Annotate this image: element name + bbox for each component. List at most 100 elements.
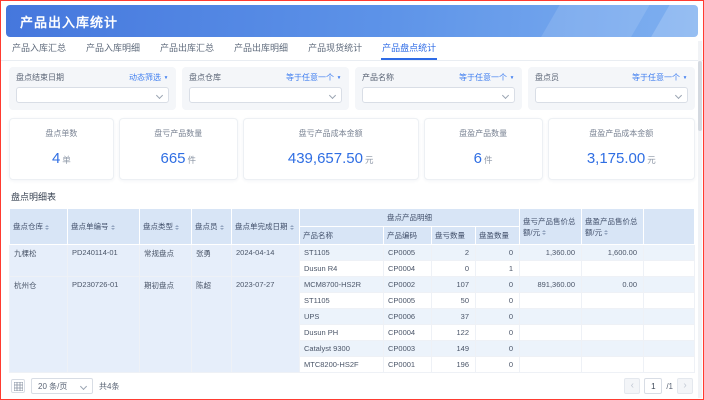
tab-inbound-summary[interactable]: 产品入库汇总 bbox=[11, 36, 67, 60]
stat-value: 6 bbox=[474, 150, 482, 167]
filter-op-dropdown[interactable]: 等于任意一个 ▼ bbox=[632, 72, 688, 83]
col-header-product-group: 盘点产品明细 bbox=[300, 209, 520, 227]
col-header-loss-amount[interactable]: 盘亏产品售价总额/元 bbox=[520, 209, 582, 245]
product-select[interactable] bbox=[362, 87, 515, 103]
caret-down-icon: ▼ bbox=[683, 75, 688, 80]
tab-bar: 产品入库汇总 产品入库明细 产品出库汇总 产品出库明细 产品现货统计 产品盘点统… bbox=[1, 37, 703, 61]
cell-finish-date: 2023-07-27 bbox=[232, 277, 300, 373]
filter-label: 产品名称 bbox=[362, 72, 394, 83]
cell-loss-qty: 107 bbox=[432, 277, 476, 293]
filter-op-dropdown[interactable]: 动态筛选 ▼ bbox=[129, 72, 169, 83]
cell-staff: 张勇 bbox=[192, 245, 232, 277]
cell-product-name: Catalyst 9300 bbox=[300, 341, 384, 357]
stat-value: 439,657.50 bbox=[288, 150, 363, 167]
page-title: 产品出入库统计 bbox=[20, 12, 118, 31]
current-page-input[interactable]: 1 bbox=[644, 378, 662, 394]
tab-outbound-detail[interactable]: 产品出库明细 bbox=[233, 36, 289, 60]
cell-warehouse: 杭州仓 bbox=[10, 277, 68, 373]
stat-label: 盘盈产品成本金额 bbox=[553, 128, 690, 139]
cell-loss-qty: 149 bbox=[432, 341, 476, 357]
sort-icon bbox=[542, 230, 546, 235]
tab-outbound-summary[interactable]: 产品出库汇总 bbox=[159, 36, 215, 60]
sort-icon bbox=[604, 230, 608, 235]
filter-inventory-staff: 盘点员 等于任意一个 ▼ bbox=[528, 67, 695, 110]
filter-op-dropdown[interactable]: 等于任意一个 ▼ bbox=[459, 72, 515, 83]
warehouse-select[interactable] bbox=[189, 87, 342, 103]
prev-page-button[interactable]: ‹ bbox=[624, 378, 640, 394]
cell-surplus-qty: 0 bbox=[476, 309, 520, 325]
cell-staff: 陈超 bbox=[192, 277, 232, 373]
cell-surplus-qty: 0 bbox=[476, 245, 520, 261]
cell-loss-amount bbox=[520, 341, 582, 357]
cell-product-code: CP0006 bbox=[384, 309, 432, 325]
sort-icon bbox=[111, 225, 115, 230]
cell-product-code: CP0002 bbox=[384, 277, 432, 293]
next-page-button[interactable]: › bbox=[677, 378, 693, 394]
cell-filler bbox=[644, 261, 695, 277]
cell-surplus-amount: 1,600.00 bbox=[582, 245, 644, 261]
cell-product-name: Dusun PH bbox=[300, 325, 384, 341]
scrollbar-thumb[interactable] bbox=[698, 61, 702, 131]
filter-op-dropdown[interactable]: 等于任意一个 ▼ bbox=[286, 72, 342, 83]
column-settings-icon[interactable] bbox=[11, 379, 25, 393]
cell-loss-qty: 37 bbox=[432, 309, 476, 325]
col-header-order-no[interactable]: 盘点单编号 bbox=[68, 209, 140, 245]
date-range-input[interactable] bbox=[16, 87, 169, 103]
col-header-surplus-amount[interactable]: 盘盈产品售价总额/元 bbox=[582, 209, 644, 245]
cell-product-name: ST1105 bbox=[300, 293, 384, 309]
cell-surplus-amount bbox=[582, 357, 644, 373]
tab-inventory-stats[interactable]: 产品盘点统计 bbox=[381, 36, 437, 60]
stat-order-count: 盘点单数 4单 bbox=[9, 118, 114, 180]
stat-value: 665 bbox=[160, 150, 185, 167]
cell-surplus-amount bbox=[582, 309, 644, 325]
stat-surplus-cost: 盘盈产品成本金额 3,175.00元 bbox=[548, 118, 695, 180]
cell-order-no: PD230726-01 bbox=[68, 277, 140, 373]
filter-op-label: 等于任意一个 bbox=[286, 72, 334, 83]
cell-surplus-qty: 0 bbox=[476, 357, 520, 373]
stat-unit: 件 bbox=[484, 155, 493, 165]
col-header-type[interactable]: 盘点类型 bbox=[140, 209, 192, 245]
caret-down-icon: ▼ bbox=[510, 75, 515, 80]
cell-product-code: CP0001 bbox=[384, 357, 432, 373]
tab-stock-stats[interactable]: 产品现货统计 bbox=[307, 36, 363, 60]
filter-label: 盘点员 bbox=[535, 72, 559, 83]
stat-unit: 单 bbox=[62, 155, 71, 165]
stat-value: 4 bbox=[52, 150, 60, 167]
banner-decoration bbox=[525, 5, 661, 37]
col-header-staff[interactable]: 盘点员 bbox=[192, 209, 232, 245]
cell-loss-amount bbox=[520, 357, 582, 373]
stat-cards: 盘点单数 4单 盘亏产品数量 665件 盘亏产品成本金额 439,657.50元… bbox=[1, 112, 703, 182]
page-size-select[interactable]: 20 条/页 bbox=[31, 378, 93, 394]
col-header-warehouse[interactable]: 盘点仓库 bbox=[10, 209, 68, 245]
filter-inventory-end-date: 盘点结束日期 动态筛选 ▼ bbox=[9, 67, 176, 110]
table-row: 杭州仓PD230726-01期初盘点陈超2023-07-27MCM8700-HS… bbox=[10, 277, 695, 293]
stat-loss-cost: 盘亏产品成本金额 439,657.50元 bbox=[243, 118, 419, 180]
chevron-down-icon bbox=[156, 92, 163, 99]
cell-surplus-amount bbox=[582, 293, 644, 309]
cell-surplus-amount bbox=[582, 341, 644, 357]
stat-unit: 元 bbox=[365, 155, 374, 165]
staff-select[interactable] bbox=[535, 87, 688, 103]
cell-loss-amount bbox=[520, 293, 582, 309]
stat-unit: 元 bbox=[647, 155, 656, 165]
next-icon: › bbox=[683, 380, 686, 391]
tab-inbound-detail[interactable]: 产品入库明细 bbox=[85, 36, 141, 60]
cell-loss-amount: 1,360.00 bbox=[520, 245, 582, 261]
inventory-detail-section: 盘点明细表 盘点仓库 盘点单编号 盘点类型 盘点员 盘点单完成日期 盘点产品明细… bbox=[1, 182, 703, 373]
cell-surplus-amount bbox=[582, 325, 644, 341]
chevron-down-icon bbox=[502, 92, 509, 99]
page-size-value: 20 条/页 bbox=[38, 381, 67, 392]
cell-surplus-qty: 0 bbox=[476, 341, 520, 357]
stat-value: 3,175.00 bbox=[587, 150, 645, 167]
total-count: 共4条 bbox=[99, 381, 119, 392]
col-header-finish-date[interactable]: 盘点单完成日期 bbox=[232, 209, 300, 245]
stat-label: 盘点单数 bbox=[14, 128, 109, 139]
cell-surplus-amount bbox=[582, 261, 644, 277]
filter-label: 盘点结束日期 bbox=[16, 72, 64, 83]
cell-product-code: CP0005 bbox=[384, 245, 432, 261]
chevron-down-icon bbox=[675, 92, 682, 99]
cell-surplus-qty: 0 bbox=[476, 325, 520, 341]
cell-loss-qty: 2 bbox=[432, 245, 476, 261]
cell-loss-qty: 122 bbox=[432, 325, 476, 341]
cell-product-code: CP0005 bbox=[384, 293, 432, 309]
